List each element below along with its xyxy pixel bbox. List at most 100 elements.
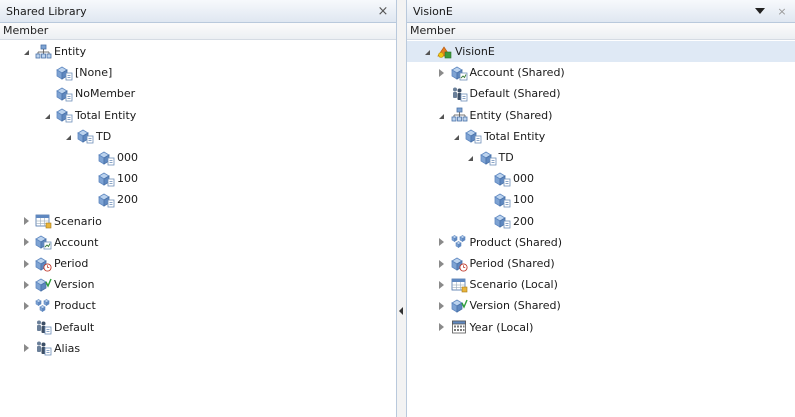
expanded-arrow-icon[interactable] xyxy=(42,110,52,120)
collapsed-arrow-icon[interactable] xyxy=(21,259,31,269)
tree-item-label: VisionE xyxy=(455,45,495,58)
shared-library-title: Shared Library xyxy=(6,4,87,18)
tree-item[interactable]: Product xyxy=(0,295,96,316)
collapsed-arrow-icon[interactable] xyxy=(21,280,31,290)
tree-item-label: Default xyxy=(54,320,95,334)
tree-item-label: Entity xyxy=(54,45,87,58)
period-icon xyxy=(35,256,52,272)
application-panel: VisionE × Member VisionE Account (Shared)… xyxy=(406,0,795,417)
close-icon[interactable]: × xyxy=(376,4,390,19)
collapsed-arrow-icon[interactable] xyxy=(437,259,447,269)
tree-item-label: Total Entity xyxy=(75,108,137,122)
tree-item-label: Entity (Shared) xyxy=(469,108,553,122)
application-title: VisionE xyxy=(413,4,453,18)
tree-item-label: 200 xyxy=(117,193,138,207)
people-icon xyxy=(35,319,52,335)
tree-item[interactable]: Period (Shared) xyxy=(407,253,555,274)
expanded-arrow-icon[interactable] xyxy=(21,47,31,57)
tree-item[interactable]: Scenario xyxy=(0,211,102,232)
member-icon xyxy=(98,171,115,187)
tree-item[interactable]: Default xyxy=(0,317,94,338)
tree-item-label: NoMember xyxy=(75,87,136,101)
tree-item[interactable]: Entity xyxy=(0,41,86,62)
tree-item-label: Period (Shared) xyxy=(469,257,555,270)
tree-item[interactable]: 200 xyxy=(0,189,138,210)
tree-item-label: TD xyxy=(96,129,112,143)
tree-item[interactable]: 000 xyxy=(407,168,534,189)
tree-item[interactable]: Version xyxy=(0,274,94,295)
member-icon xyxy=(479,150,497,166)
tree-item[interactable]: 000 xyxy=(0,147,138,168)
tree-item[interactable]: VisionE xyxy=(407,41,795,62)
tree-item[interactable]: Scenario (Local) xyxy=(407,274,558,295)
tree-item[interactable]: Period xyxy=(0,253,88,274)
tree-item[interactable]: Year (Local) xyxy=(407,317,533,338)
member-icon xyxy=(56,107,73,123)
tree-item[interactable]: 100 xyxy=(0,168,138,189)
panel-splitter[interactable] xyxy=(397,0,406,417)
tree-item[interactable]: Alias xyxy=(0,338,80,359)
account-icon xyxy=(35,234,52,250)
people-icon xyxy=(35,340,52,356)
tree-item[interactable]: [None] xyxy=(0,62,112,83)
expanded-arrow-icon[interactable] xyxy=(63,131,73,141)
collapsed-arrow-icon[interactable] xyxy=(21,237,31,247)
tree-item-label: Scenario xyxy=(54,214,102,228)
tree-item[interactable]: Account xyxy=(0,232,98,253)
collapsed-arrow-icon[interactable] xyxy=(21,301,31,311)
tree-item[interactable]: Entity (Shared) xyxy=(407,105,552,126)
people-icon xyxy=(451,86,468,102)
tree-item[interactable]: Account (Shared) xyxy=(407,62,565,83)
collapsed-arrow-icon[interactable] xyxy=(21,343,31,353)
hierarchy-icon xyxy=(35,44,52,60)
member-icon xyxy=(494,213,511,229)
tree-item[interactable]: Total Entity xyxy=(407,126,545,147)
account-icon xyxy=(450,65,468,81)
year-icon xyxy=(451,319,468,335)
tree-item[interactable]: 100 xyxy=(407,189,534,210)
tree-item[interactable]: Total Entity xyxy=(0,105,136,126)
tree-item-label: TD xyxy=(498,151,514,164)
product-icon xyxy=(35,298,52,314)
collapsed-arrow-icon[interactable] xyxy=(21,216,31,226)
tree-item-label: 200 xyxy=(513,214,534,228)
member-icon xyxy=(77,128,94,144)
tree-item-label: 000 xyxy=(513,172,534,186)
close-icon[interactable]: × xyxy=(775,5,789,18)
tree-item[interactable]: Product (Shared) xyxy=(407,232,562,253)
member-column-header[interactable]: Member xyxy=(407,23,795,40)
tree-item-label: Account xyxy=(54,235,99,249)
member-icon xyxy=(465,128,482,144)
tree-item[interactable]: TD xyxy=(0,126,111,147)
member-column-header[interactable]: Member xyxy=(0,23,396,40)
tree-item[interactable]: Version (Shared) xyxy=(407,295,561,316)
product-icon xyxy=(450,234,468,250)
period-icon xyxy=(450,256,468,272)
dropdown-arrow-icon[interactable] xyxy=(753,6,767,16)
tree-item-label: Default (Shared) xyxy=(469,87,561,101)
application-titlebar: VisionE × xyxy=(407,0,795,23)
tree-item-label: 000 xyxy=(117,151,138,164)
shared-library-titlebar: Shared Library × xyxy=(0,0,396,23)
collapsed-arrow-icon[interactable] xyxy=(437,68,447,78)
scenario-icon xyxy=(35,213,52,229)
collapsed-arrow-icon[interactable] xyxy=(437,322,447,332)
tree-item[interactable]: NoMember xyxy=(0,83,135,104)
expanded-arrow-icon[interactable] xyxy=(422,47,432,57)
tree-item[interactable]: TD xyxy=(407,147,514,168)
tree-item[interactable]: Default (Shared) xyxy=(407,83,561,104)
expanded-arrow-icon[interactable] xyxy=(466,153,476,163)
expanded-arrow-icon[interactable] xyxy=(451,131,461,141)
tree-item-label: 100 xyxy=(117,172,138,186)
tree-item[interactable]: 200 xyxy=(407,211,534,232)
tree-item-label: 100 xyxy=(513,193,534,207)
expanded-arrow-icon[interactable] xyxy=(437,110,447,120)
collapse-arrow-icon[interactable] xyxy=(399,307,403,315)
collapsed-arrow-icon[interactable] xyxy=(437,280,447,290)
collapsed-arrow-icon[interactable] xyxy=(437,301,447,311)
tree-item-label: Alias xyxy=(54,341,81,355)
member-icon xyxy=(56,86,73,102)
member-icon xyxy=(494,192,511,208)
member-icon xyxy=(56,65,73,81)
collapsed-arrow-icon[interactable] xyxy=(437,237,447,247)
